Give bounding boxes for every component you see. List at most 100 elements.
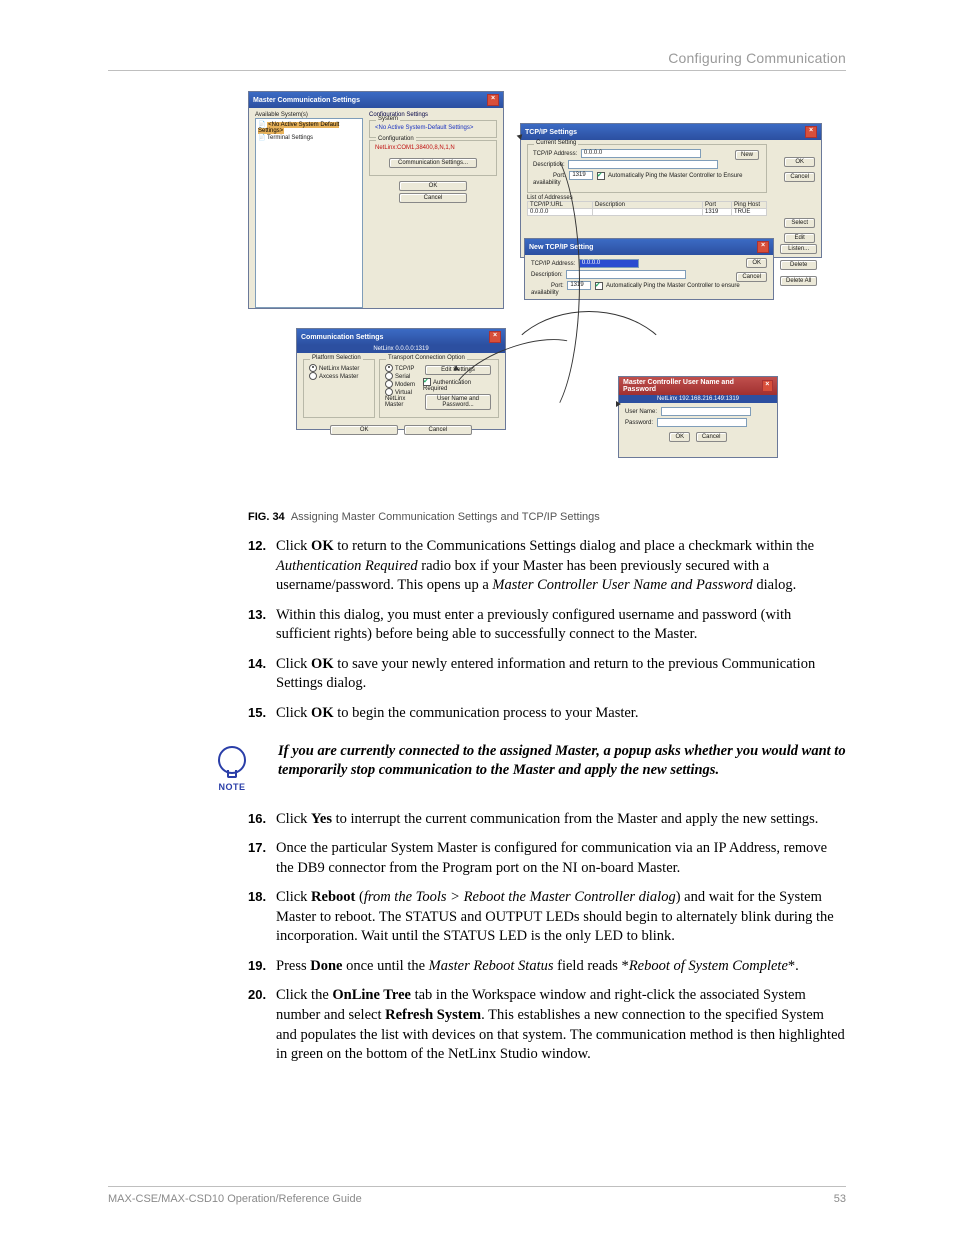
user-pass-button[interactable]: User Name and Password... <box>425 394 491 410</box>
close-icon[interactable]: × <box>762 380 774 392</box>
addr-label: TCP/IP Address: <box>531 261 575 267</box>
step-number: 15. <box>248 704 276 724</box>
new-description-input[interactable] <box>566 270 686 279</box>
step-number: 20. <box>248 986 276 1064</box>
step-item: 16.Click Yes to interrupt the current co… <box>248 810 846 830</box>
note-callout: NOTE If you are currently connected to t… <box>108 742 846 792</box>
password-input[interactable] <box>657 418 747 427</box>
comm-settings-button[interactable]: Communication Settings... <box>389 158 477 168</box>
col-port: Port <box>703 202 732 209</box>
auto-ping-checkbox[interactable] <box>595 282 603 290</box>
steps-list-b: 16.Click Yes to interrupt the current co… <box>248 810 846 1065</box>
opt-label: Modem <box>395 382 415 388</box>
delete-all-button[interactable]: Delete All <box>780 276 817 286</box>
step-text: Click Yes to interrupt the current commu… <box>276 810 846 830</box>
arrow-head-icon <box>616 401 621 407</box>
step-number: 18. <box>248 888 276 947</box>
close-icon[interactable]: × <box>805 126 817 138</box>
select-button[interactable]: Select <box>784 218 815 228</box>
step-item: 15.Click OK to begin the communication p… <box>248 704 846 724</box>
port-label: Port: <box>553 173 566 179</box>
step-text: Click OK to save your newly entered info… <box>276 655 846 694</box>
step-item: 17.Once the particular System Master is … <box>248 839 846 878</box>
desc-label: Description: <box>533 162 565 168</box>
col-desc: Description <box>593 202 703 209</box>
ok-button[interactable]: OK <box>746 258 767 268</box>
edit-button[interactable]: Edit <box>784 233 815 243</box>
config-label: Configuration <box>376 136 416 142</box>
dlg-auth: Master Controller User Name and Password… <box>618 376 778 458</box>
table-row[interactable]: 0.0.0.0 1319 TRUE <box>528 209 767 216</box>
ok-button[interactable]: OK <box>669 432 690 442</box>
step-item: 19.Press Done once until the Master Rebo… <box>248 957 846 977</box>
auth-banner: NetLinx 192.168.216.149:1319 <box>619 395 777 403</box>
step-number: 13. <box>248 606 276 645</box>
step-number: 19. <box>248 957 276 977</box>
figure-number: FIG. 34 <box>248 511 285 523</box>
address-table[interactable]: TCP/IP:URL Description Port Ping Host 0.… <box>527 201 767 216</box>
radio-axcess-master[interactable] <box>309 372 317 380</box>
listen-button[interactable]: Listen... <box>780 244 817 254</box>
close-icon[interactable]: × <box>487 94 499 106</box>
tree-item[interactable]: <No Active System Default Settings> <box>258 122 339 134</box>
comm-banner: NetLinx 0.0.0.0:1319 <box>297 345 505 353</box>
delete-button[interactable]: Delete <box>780 260 817 270</box>
username-input[interactable] <box>661 407 751 416</box>
cancel-button[interactable]: Cancel <box>696 432 727 442</box>
opt-label: Serial <box>395 374 410 380</box>
col-ping: Ping Host <box>732 202 767 209</box>
opt-label: NetLinx Master <box>319 366 359 372</box>
radio-virtual[interactable] <box>385 388 393 396</box>
user-label: User Name: <box>625 409 657 415</box>
step-item: 12.Click OK to return to the Communicati… <box>248 537 846 596</box>
step-number: 17. <box>248 839 276 878</box>
step-text: Once the particular System Master is con… <box>276 839 846 878</box>
config-value: NetLinx:COM1,38400,8,N,1,N <box>375 145 491 151</box>
note-label: NOTE <box>208 782 256 792</box>
tcpip-address-input[interactable]: 0.0.0.0 <box>581 149 701 158</box>
figure-caption-text: Assigning Master Communication Settings … <box>291 511 600 523</box>
footer-page-number: 53 <box>834 1193 846 1205</box>
auto-ping-checkbox[interactable] <box>597 172 605 180</box>
current-setting-label: Current Setting <box>534 140 578 146</box>
platform-label: Platform Selection <box>310 355 363 361</box>
cancel-button[interactable]: Cancel <box>404 425 472 435</box>
figure-caption: FIG. 34 Assigning Master Communication S… <box>248 511 846 523</box>
new-button[interactable]: New <box>735 150 759 160</box>
figure-34: Master Communication Settings × Availabl… <box>248 91 846 501</box>
new-port-input[interactable]: 1319 <box>567 281 591 290</box>
note-text: If you are currently connected to the as… <box>278 742 846 781</box>
cell-port: 1319 <box>703 209 732 216</box>
dlg-title: Communication Settings <box>301 334 383 341</box>
page-footer: MAX-CSE/MAX-CSD10 Operation/Reference Gu… <box>108 1186 846 1205</box>
cell-desc <box>593 209 703 216</box>
radio-modem[interactable] <box>385 380 393 388</box>
cell-url: 0.0.0.0 <box>528 209 593 216</box>
radio-netlinx-master[interactable] <box>309 364 317 372</box>
close-icon[interactable]: × <box>489 331 501 343</box>
radio-tcpip[interactable] <box>385 364 393 372</box>
cancel-button[interactable]: Cancel <box>736 272 767 282</box>
close-icon[interactable]: × <box>757 241 769 253</box>
cancel-button[interactable]: Cancel <box>784 172 815 182</box>
dlg-title: Master Controller User Name and Password <box>623 379 762 393</box>
col-url: TCP/IP:URL <box>528 202 593 209</box>
ok-button[interactable]: OK <box>784 157 815 167</box>
step-text: Click Reboot (from the Tools > Reboot th… <box>276 888 846 947</box>
port-input[interactable]: 1319 <box>569 171 593 180</box>
dlg-title: Master Communication Settings <box>253 97 360 104</box>
cancel-button[interactable]: Cancel <box>399 193 467 203</box>
radio-serial[interactable] <box>385 372 393 380</box>
ok-button[interactable]: OK <box>330 425 398 435</box>
step-text: Click OK to return to the Communications… <box>276 537 846 596</box>
auth-required-checkbox[interactable] <box>423 378 431 386</box>
new-tcpip-address-input[interactable]: 0.0.0.0 <box>579 259 639 268</box>
tree-item[interactable]: Terminal Settings <box>267 135 313 141</box>
page-header: Configuring Communication <box>108 50 846 71</box>
ok-button[interactable]: OK <box>399 181 467 191</box>
pass-label: Password: <box>625 420 653 426</box>
dlg-comm-settings: Communication Settings × NetLinx 0.0.0.0… <box>296 328 506 430</box>
description-input[interactable] <box>568 160 718 169</box>
desc-label: Description: <box>531 272 563 278</box>
system-tree[interactable]: 📄 <No Active System Default Settings> 📄 … <box>255 118 363 308</box>
